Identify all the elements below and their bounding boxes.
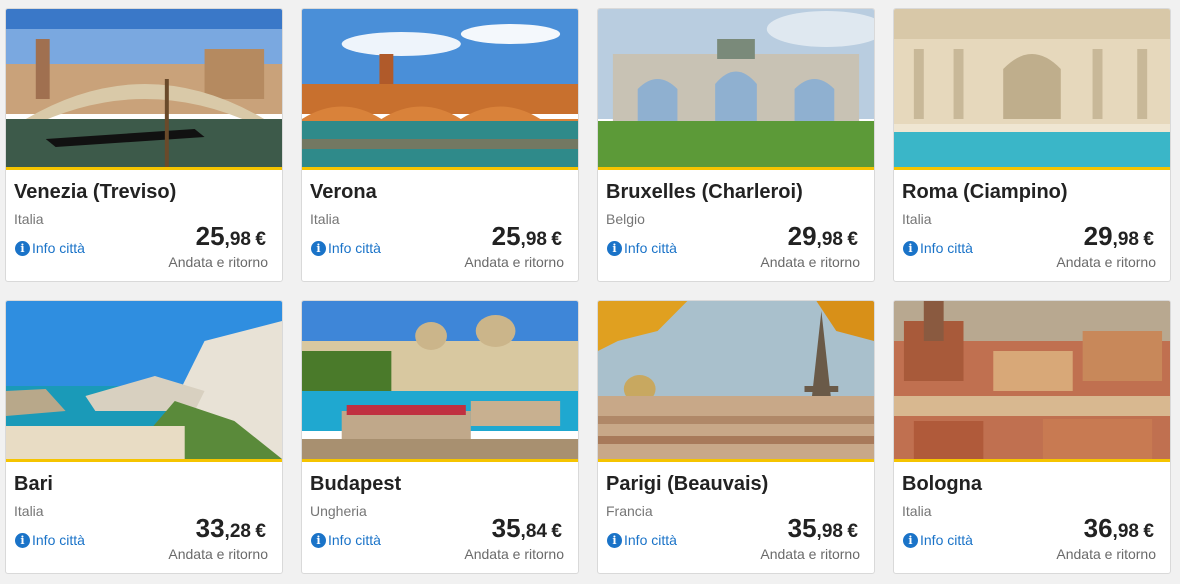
card-city: Roma (Ciampino) xyxy=(902,181,1068,203)
trip-type: Andata e ritorno xyxy=(760,546,860,562)
destination-grid: Venezia (Treviso) Italia i Info città 25… xyxy=(0,0,1180,584)
price-currency: € xyxy=(1143,229,1154,250)
price-integer: 25 xyxy=(195,221,225,251)
card-price: 29,98 € xyxy=(1084,221,1154,252)
price-decimal: ,84 xyxy=(520,521,547,542)
price-currency: € xyxy=(551,521,562,542)
destination-card-verona[interactable]: Verona Italia i Info città 25,98 € Andat… xyxy=(301,8,579,282)
card-city: Budapest xyxy=(310,473,402,495)
card-country: Italia xyxy=(14,211,44,227)
info-icon: i xyxy=(607,240,622,256)
price-decimal: ,28 xyxy=(224,521,251,542)
card-country: Francia xyxy=(606,503,653,519)
price-decimal: ,98 xyxy=(224,229,251,250)
info-citta-label: Info città xyxy=(32,240,85,256)
card-country: Italia xyxy=(14,503,44,519)
price-integer: 35 xyxy=(491,513,521,543)
price-integer: 29 xyxy=(787,221,817,251)
card-price: 29,98 € xyxy=(788,221,858,252)
card-country: Ungheria xyxy=(310,503,367,519)
price-currency: € xyxy=(1143,521,1154,542)
price-currency: € xyxy=(847,229,858,250)
info-citta-link[interactable]: i Info città xyxy=(15,240,85,256)
price-currency: € xyxy=(255,229,266,250)
trip-type: Andata e ritorno xyxy=(1056,254,1156,270)
card-price: 35,98 € xyxy=(788,513,858,544)
card-country: Italia xyxy=(902,211,932,227)
info-citta-link[interactable]: i Info città xyxy=(607,240,677,256)
destination-card-roma[interactable]: Roma (Ciampino) Italia i Info città 29,9… xyxy=(893,8,1171,282)
info-citta-link[interactable]: i Info città xyxy=(903,240,973,256)
budapest-photo xyxy=(302,301,578,462)
card-city: Venezia (Treviso) xyxy=(14,181,177,203)
price-decimal: ,98 xyxy=(520,229,547,250)
info-citta-label: Info città xyxy=(624,532,677,548)
card-city: Bari xyxy=(14,473,53,495)
trip-type: Andata e ritorno xyxy=(464,254,564,270)
trip-type: Andata e ritorno xyxy=(464,546,564,562)
bruxelles-photo xyxy=(598,9,874,170)
destination-card-bari[interactable]: Bari Italia i Info città 33,28 € Andata … xyxy=(5,300,283,574)
destination-card-bruxelles[interactable]: Bruxelles (Charleroi) Belgio i Info citt… xyxy=(597,8,875,282)
info-icon: i xyxy=(311,240,326,256)
info-citta-label: Info città xyxy=(624,240,677,256)
trip-type: Andata e ritorno xyxy=(168,546,268,562)
info-citta-link[interactable]: i Info città xyxy=(607,532,677,548)
price-decimal: ,98 xyxy=(816,521,843,542)
price-integer: 25 xyxy=(491,221,521,251)
price-decimal: ,98 xyxy=(816,229,843,250)
info-icon: i xyxy=(903,532,918,548)
info-citta-label: Info città xyxy=(920,240,973,256)
info-citta-link[interactable]: i Info città xyxy=(15,532,85,548)
card-price: 36,98 € xyxy=(1084,513,1154,544)
info-icon: i xyxy=(15,532,30,548)
info-citta-link[interactable]: i Info città xyxy=(903,532,973,548)
info-icon: i xyxy=(15,240,30,256)
price-currency: € xyxy=(847,521,858,542)
price-integer: 29 xyxy=(1083,221,1113,251)
price-currency: € xyxy=(551,229,562,250)
info-icon: i xyxy=(607,532,622,548)
destination-card-parigi[interactable]: Parigi (Beauvais) Francia i Info città 3… xyxy=(597,300,875,574)
destination-card-budapest[interactable]: Budapest Ungheria i Info città 35,84 € A… xyxy=(301,300,579,574)
info-icon: i xyxy=(903,240,918,256)
info-citta-label: Info città xyxy=(920,532,973,548)
card-city: Bruxelles (Charleroi) xyxy=(606,181,803,203)
price-integer: 33 xyxy=(195,513,225,543)
trip-type: Andata e ritorno xyxy=(760,254,860,270)
bari-photo xyxy=(6,301,282,462)
card-city: Verona xyxy=(310,181,377,203)
trip-type: Andata e ritorno xyxy=(168,254,268,270)
verona-photo xyxy=(302,9,578,170)
price-integer: 35 xyxy=(787,513,817,543)
info-citta-label: Info città xyxy=(328,532,381,548)
info-citta-link[interactable]: i Info città xyxy=(311,532,381,548)
info-citta-label: Info città xyxy=(32,532,85,548)
card-country: Italia xyxy=(902,503,932,519)
info-citta-label: Info città xyxy=(328,240,381,256)
price-integer: 36 xyxy=(1083,513,1113,543)
trip-type: Andata e ritorno xyxy=(1056,546,1156,562)
card-country: Belgio xyxy=(606,211,645,227)
info-icon: i xyxy=(311,532,326,548)
card-country: Italia xyxy=(310,211,340,227)
card-price: 33,28 € xyxy=(196,513,266,544)
destination-card-bologna[interactable]: Bologna Italia i Info città 36,98 € Anda… xyxy=(893,300,1171,574)
card-price: 35,84 € xyxy=(492,513,562,544)
card-city: Bologna xyxy=(902,473,982,495)
bologna-photo xyxy=(894,301,1170,462)
destination-card-venezia[interactable]: Venezia (Treviso) Italia i Info città 25… xyxy=(5,8,283,282)
card-price: 25,98 € xyxy=(196,221,266,252)
info-citta-link[interactable]: i Info città xyxy=(311,240,381,256)
venezia-photo xyxy=(6,9,282,170)
card-price: 25,98 € xyxy=(492,221,562,252)
price-decimal: ,98 xyxy=(1112,229,1139,250)
roma-photo xyxy=(894,9,1170,170)
price-currency: € xyxy=(255,521,266,542)
card-city: Parigi (Beauvais) xyxy=(606,473,769,495)
price-decimal: ,98 xyxy=(1112,521,1139,542)
parigi-photo xyxy=(598,301,874,462)
